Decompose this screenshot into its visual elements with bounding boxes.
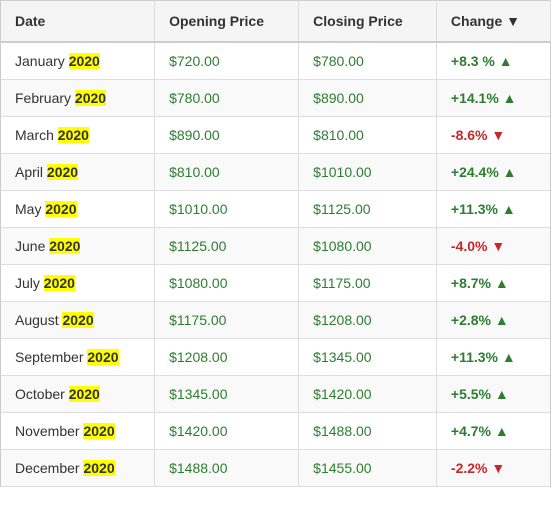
closing-price-cell: $890.00 (299, 80, 437, 117)
up-arrow-icon: ▲ (495, 275, 509, 291)
opening-price-cell: $1208.00 (155, 339, 299, 376)
opening-price-cell: $720.00 (155, 42, 299, 80)
down-arrow-icon: ▼ (491, 238, 505, 254)
change-cell: +4.7% ▲ (436, 413, 550, 450)
year-badge: 2020 (83, 423, 114, 439)
change-cell: +8.3 % ▲ (436, 42, 550, 80)
closing-price-cell: $1345.00 (299, 339, 437, 376)
year-badge: 2020 (69, 53, 100, 69)
closing-price-cell: $1455.00 (299, 450, 437, 487)
closing-price-cell: $810.00 (299, 117, 437, 154)
opening-price-cell: $810.00 (155, 154, 299, 191)
change-cell: +24.4% ▲ (436, 154, 550, 191)
up-arrow-icon: ▲ (495, 386, 509, 402)
date-cell: May 2020 (1, 191, 155, 228)
opening-price-cell: $1345.00 (155, 376, 299, 413)
up-arrow-icon: ▲ (503, 90, 517, 106)
opening-price-cell: $1125.00 (155, 228, 299, 265)
opening-price-cell: $1420.00 (155, 413, 299, 450)
table-row: March 2020$890.00$810.00-8.6% ▼ (1, 117, 551, 154)
year-badge: 2020 (83, 460, 114, 476)
year-badge: 2020 (45, 201, 76, 217)
year-badge: 2020 (47, 164, 78, 180)
up-arrow-icon: ▲ (502, 201, 516, 217)
up-arrow-icon: ▲ (499, 53, 513, 69)
year-badge: 2020 (44, 275, 75, 291)
change-cell: -8.6% ▼ (436, 117, 550, 154)
date-cell: January 2020 (1, 42, 155, 80)
year-badge: 2020 (58, 127, 89, 143)
change-cell: +11.3% ▲ (436, 339, 550, 376)
change-cell: +8.7% ▲ (436, 265, 550, 302)
table-header-row: Date Opening Price Closing Price Change … (1, 1, 551, 43)
date-header: Date (1, 1, 155, 43)
closing-price-cell: $1488.00 (299, 413, 437, 450)
table-row: June 2020$1125.00$1080.00-4.0% ▼ (1, 228, 551, 265)
change-cell: +2.8% ▲ (436, 302, 550, 339)
year-badge: 2020 (49, 238, 80, 254)
table-row: February 2020$780.00$890.00+14.1% ▲ (1, 80, 551, 117)
change-header[interactable]: Change ▼ (436, 1, 550, 43)
date-cell: February 2020 (1, 80, 155, 117)
change-cell: +5.5% ▲ (436, 376, 550, 413)
opening-price-header: Opening Price (155, 1, 299, 43)
opening-price-cell: $1080.00 (155, 265, 299, 302)
table-row: July 2020$1080.00$1175.00+8.7% ▲ (1, 265, 551, 302)
closing-price-cell: $1208.00 (299, 302, 437, 339)
change-cell: -4.0% ▼ (436, 228, 550, 265)
table-row: October 2020$1345.00$1420.00+5.5% ▲ (1, 376, 551, 413)
date-cell: April 2020 (1, 154, 155, 191)
closing-price-cell: $1125.00 (299, 191, 437, 228)
change-cell: +11.3% ▲ (436, 191, 550, 228)
change-cell: -2.2% ▼ (436, 450, 550, 487)
down-arrow-icon: ▼ (491, 127, 505, 143)
change-cell: +14.1% ▲ (436, 80, 550, 117)
year-badge: 2020 (62, 312, 93, 328)
table-row: November 2020$1420.00$1488.00+4.7% ▲ (1, 413, 551, 450)
opening-price-cell: $890.00 (155, 117, 299, 154)
closing-price-cell: $1175.00 (299, 265, 437, 302)
closing-price-cell: $1420.00 (299, 376, 437, 413)
up-arrow-icon: ▲ (503, 164, 517, 180)
date-cell: March 2020 (1, 117, 155, 154)
table-row: May 2020$1010.00$1125.00+11.3% ▲ (1, 191, 551, 228)
table-row: December 2020$1488.00$1455.00-2.2% ▼ (1, 450, 551, 487)
year-badge: 2020 (69, 386, 100, 402)
date-cell: October 2020 (1, 376, 155, 413)
table-row: September 2020$1208.00$1345.00+11.3% ▲ (1, 339, 551, 376)
date-cell: August 2020 (1, 302, 155, 339)
table-row: January 2020$720.00$780.00+8.3 % ▲ (1, 42, 551, 80)
opening-price-cell: $780.00 (155, 80, 299, 117)
opening-price-cell: $1175.00 (155, 302, 299, 339)
table-row: April 2020$810.00$1010.00+24.4% ▲ (1, 154, 551, 191)
up-arrow-icon: ▲ (495, 312, 509, 328)
closing-price-header: Closing Price (299, 1, 437, 43)
closing-price-cell: $780.00 (299, 42, 437, 80)
year-badge: 2020 (75, 90, 106, 106)
date-cell: November 2020 (1, 413, 155, 450)
date-cell: September 2020 (1, 339, 155, 376)
closing-price-cell: $1010.00 (299, 154, 437, 191)
price-table: Date Opening Price Closing Price Change … (0, 0, 551, 487)
year-badge: 2020 (87, 349, 118, 365)
up-arrow-icon: ▲ (502, 349, 516, 365)
opening-price-cell: $1010.00 (155, 191, 299, 228)
up-arrow-icon: ▲ (495, 423, 509, 439)
date-cell: December 2020 (1, 450, 155, 487)
down-arrow-icon: ▼ (491, 460, 505, 476)
date-cell: June 2020 (1, 228, 155, 265)
date-cell: July 2020 (1, 265, 155, 302)
table-row: August 2020$1175.00$1208.00+2.8% ▲ (1, 302, 551, 339)
closing-price-cell: $1080.00 (299, 228, 437, 265)
opening-price-cell: $1488.00 (155, 450, 299, 487)
